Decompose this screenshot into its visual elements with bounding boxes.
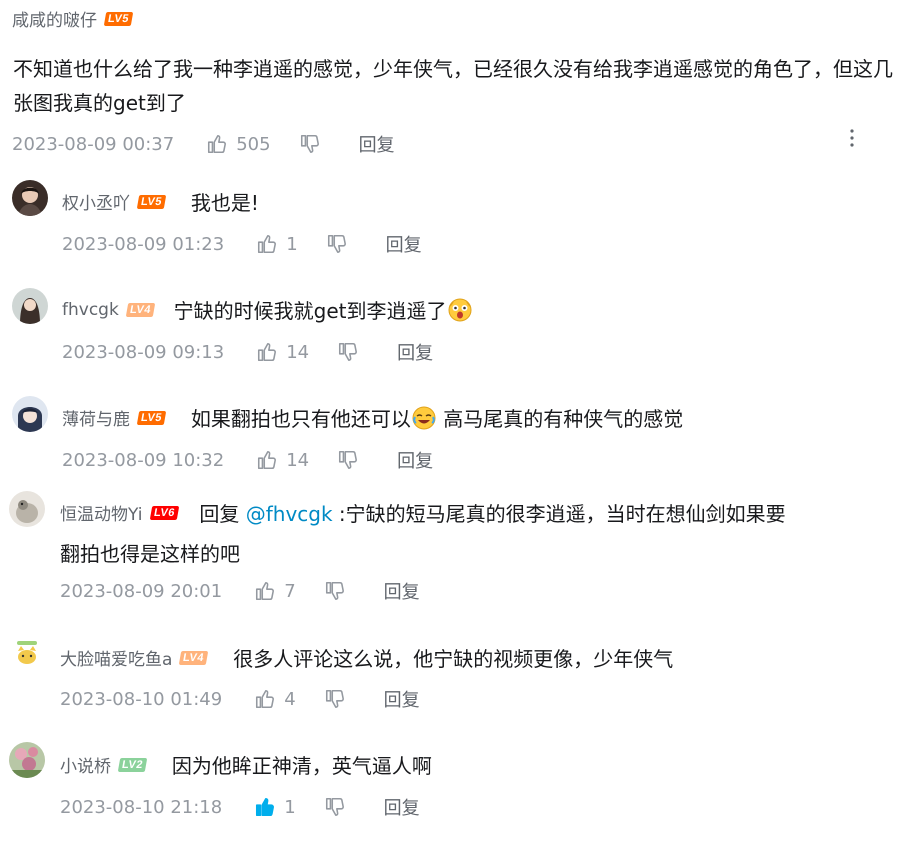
thumbs-down-icon[interactable] <box>299 133 321 155</box>
reply-button[interactable]: 回复 <box>397 339 433 365</box>
reply-meta: 2023-08-09 20:01 7 回复 <box>60 578 420 604</box>
thumbs-up-icon[interactable] <box>256 233 278 255</box>
root-like-count: 505 <box>236 133 271 155</box>
reply-text: 回复 @fhvcgk :宁缺的短马尾真的很李逍遥，当时在想仙剑如果要 <box>199 502 786 526</box>
root-comment-meta: 2023-08-09 00:37 505 回复 <box>12 131 395 157</box>
mention-link[interactable]: @fhvcgk <box>246 502 333 526</box>
thumbs-up-icon[interactable] <box>254 688 276 710</box>
reply-text: 因为他眸正神清，英气逼人啊 <box>171 754 432 778</box>
avatar[interactable] <box>12 396 48 432</box>
root-time: 2023-08-09 00:37 <box>12 133 175 155</box>
reply-like-count: 14 <box>286 449 310 471</box>
reply-level-badge: LV4 <box>179 650 209 665</box>
reply-level-badge: LV4 <box>125 302 155 317</box>
root-username[interactable]: 咸咸的啵仔 <box>12 6 97 31</box>
reply-level-badge: LV5 <box>136 194 167 209</box>
reply-username[interactable]: fhvcgk <box>62 300 119 320</box>
avatar[interactable] <box>9 742 45 778</box>
reply-username[interactable]: 大脸喵爱吃鱼a <box>60 645 172 670</box>
reply-button[interactable]: 回复 <box>384 794 420 820</box>
reply-button[interactable]: 回复 <box>397 447 433 473</box>
reply-header: 小说桥 LV2 因为他眸正神清，英气逼人啊 <box>60 750 432 779</box>
thumbs-down-icon[interactable] <box>324 580 346 602</box>
thumbs-down-icon[interactable] <box>337 341 359 363</box>
reply-meta: 2023-08-10 21:18 1 回复 <box>60 794 420 820</box>
reply-level-badge: LV6 <box>149 505 179 520</box>
thumbs-down-icon[interactable] <box>326 233 348 255</box>
more-vertical-icon[interactable] <box>845 128 859 148</box>
reply-like-count: 1 <box>286 233 298 255</box>
root-comment-header: 咸咸的啵仔 LV5 <box>12 6 134 31</box>
reply-text: 我也是! <box>190 191 259 215</box>
reply-time: 2023-08-09 09:13 <box>62 341 225 363</box>
reply-like-count: 7 <box>284 580 296 602</box>
avatar[interactable] <box>12 288 48 324</box>
reply-time: 2023-08-09 01:23 <box>62 233 225 255</box>
reply-level-badge: LV2 <box>117 757 148 772</box>
thumbs-up-icon[interactable] <box>256 341 278 363</box>
thumbs-up-icon-liked[interactable] <box>254 796 276 818</box>
reply-button[interactable]: 回复 <box>384 686 420 712</box>
thumbs-down-icon[interactable] <box>324 796 346 818</box>
reply-header: 薄荷与鹿 LV5 如果翻拍也只有他还可以 高马尾真的有种侠气的感觉 <box>62 403 683 432</box>
thumbs-up-icon[interactable] <box>206 133 228 155</box>
reply-time: 2023-08-09 20:01 <box>60 580 223 602</box>
avatar[interactable] <box>12 180 48 216</box>
reply-text: 宁缺的时候我就get到李逍遥了 <box>174 295 473 324</box>
reply-button[interactable]: 回复 <box>384 578 420 604</box>
root-comment-text: 不知道也什么给了我一种李逍遥的感觉，少年侠气，已经很久没有给我李逍遥感觉的角色了… <box>13 57 893 115</box>
reply-header: 大脸喵爱吃鱼a LV4 很多人评论这么说，他宁缺的视频更像，少年侠气 <box>60 643 673 672</box>
reply-text: 很多人评论这么说，他宁缺的视频更像，少年侠气 <box>233 647 674 671</box>
reply-time: 2023-08-10 01:49 <box>60 688 223 710</box>
thumbs-up-icon[interactable] <box>256 449 278 471</box>
reply-header: 权小丞吖 LV5 我也是! <box>62 187 259 216</box>
reply-meta: 2023-08-09 01:23 1 回复 <box>62 231 422 257</box>
root-reply-button[interactable]: 回复 <box>359 131 395 157</box>
reply-meta: 2023-08-10 01:49 4 回复 <box>60 686 420 712</box>
reply-meta: 2023-08-09 09:13 14 回复 <box>62 339 433 365</box>
reply-time: 2023-08-09 10:32 <box>62 449 225 471</box>
reply-username[interactable]: 权小丞吖 <box>62 189 130 214</box>
avatar[interactable] <box>9 635 45 671</box>
reply-header: fhvcgk LV4 宁缺的时候我就get到李逍遥了 <box>62 295 473 324</box>
reply-text-continued: 翻拍也得是这样的吧 <box>60 542 240 566</box>
reply-username[interactable]: 小说桥 <box>60 752 111 777</box>
reply-like-count: 4 <box>284 688 296 710</box>
crying-laughing-emoji <box>411 405 437 431</box>
reply-username[interactable]: 恒温动物Yi <box>60 500 143 525</box>
reply-level-badge: LV5 <box>136 410 167 425</box>
root-level-badge: LV5 <box>103 11 134 26</box>
reply-username[interactable]: 薄荷与鹿 <box>62 405 130 430</box>
excited-face-emoji <box>447 297 473 323</box>
reply-header: 恒温动物Yi LV6 回复 @fhvcgk :宁缺的短马尾真的很李逍遥，当时在想… <box>60 498 786 527</box>
avatar[interactable] <box>9 491 45 527</box>
reply-meta: 2023-08-09 10:32 14 回复 <box>62 447 433 473</box>
reply-like-count: 14 <box>286 341 310 363</box>
reply-like-count: 1 <box>284 796 296 818</box>
thumbs-down-icon[interactable] <box>337 449 359 471</box>
thumbs-down-icon[interactable] <box>324 688 346 710</box>
reply-text: 如果翻拍也只有他还可以 高马尾真的有种侠气的感觉 <box>190 405 684 431</box>
reply-time: 2023-08-10 21:18 <box>60 796 223 818</box>
thumbs-up-icon[interactable] <box>254 580 276 602</box>
reply-button[interactable]: 回复 <box>386 231 422 257</box>
